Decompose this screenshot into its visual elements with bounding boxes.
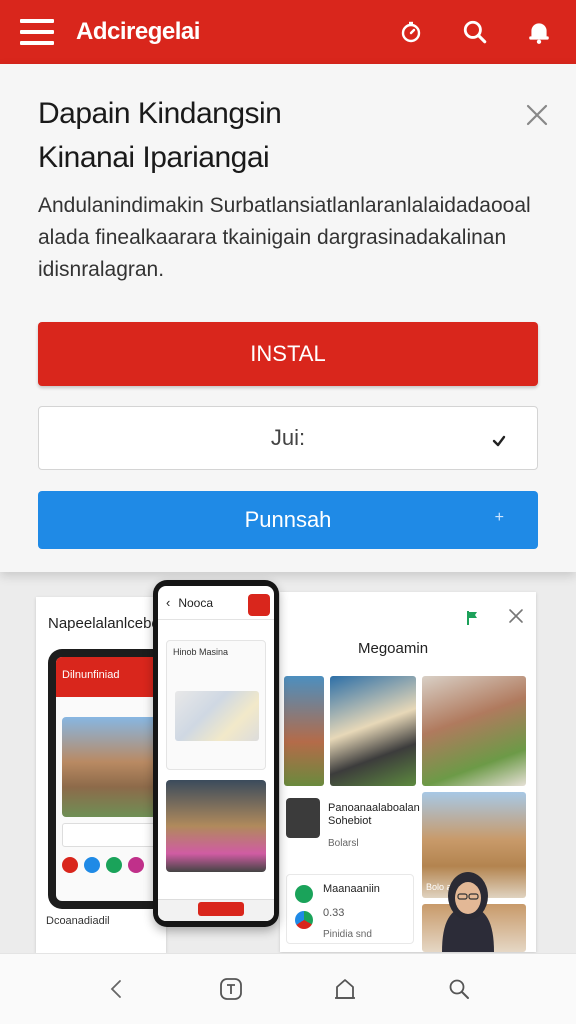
- plus-icon: +: [494, 509, 504, 526]
- install-button-label: INSTAL: [250, 341, 326, 366]
- status-icon: [295, 885, 313, 903]
- info-card: [62, 823, 166, 847]
- list-item[interactable]: Panoanaalaboalan Sohebiot Bolarsl: [286, 798, 420, 852]
- app-bar: Adciregеlai: [0, 0, 576, 64]
- image-tile[interactable]: [284, 676, 324, 786]
- list-item-subtitle: Pinidia snd: [323, 929, 372, 940]
- flag-icon[interactable]: [466, 610, 480, 631]
- sheet-description: Andulanindimakin Surbatlansiatlanlaranla…: [38, 194, 531, 281]
- center-phone-title: Nooca: [178, 595, 214, 610]
- check-icon: [491, 429, 507, 455]
- action-icon[interactable]: [248, 594, 270, 616]
- phone-screen-left: Dilnunfiniad: [56, 657, 166, 901]
- content-card-title: Hinob Masina: [173, 647, 229, 657]
- app-dot: [84, 857, 100, 873]
- content-card[interactable]: Hinob Masina: [166, 640, 266, 770]
- app-dot: [128, 857, 144, 873]
- phone-mockup-left: Dilnunfiniad: [48, 649, 166, 909]
- sheet-title-line1: Dapain Kindangsin: [38, 97, 282, 130]
- list-item[interactable]: Maanaaniin 0.33 Pinidia snd: [286, 874, 414, 944]
- list-item-subtitle: Bolarsl: [328, 838, 359, 849]
- tab-icon[interactable]: [211, 969, 251, 1009]
- thumbnail: [286, 798, 320, 838]
- building-image: [62, 717, 166, 817]
- right-panel-title: Megoamin: [358, 640, 429, 657]
- center-phone-navbar: [158, 899, 274, 921]
- bottom-navigation: [0, 953, 576, 1024]
- install-button[interactable]: INSTAL: [38, 322, 538, 386]
- list-item-value: 0.33: [323, 907, 345, 919]
- list-item-title: Panoanaalaboalan Sohebiot: [328, 802, 420, 827]
- install-sheet: Dapain Kindangsin Kinanai Ipariangai And…: [0, 64, 576, 572]
- timer-icon[interactable]: [396, 17, 426, 47]
- app-dot: [106, 857, 122, 873]
- search-icon[interactable]: [460, 17, 490, 47]
- books-image: [175, 691, 259, 741]
- app-dots: [62, 857, 144, 873]
- left-phone-header: Dilnunfiniad: [56, 657, 166, 697]
- option-select-value: Jui:: [270, 425, 306, 450]
- app-dot: [62, 857, 78, 873]
- sheet-title: Dapain Kindangsin Kinanai Ipariangai: [38, 92, 498, 180]
- appbar-actions: [396, 17, 554, 47]
- phone-mockup-center[interactable]: ‹ Nooca Hinob Masina: [153, 580, 279, 927]
- image-tile[interactable]: [330, 676, 416, 786]
- search-icon[interactable]: [439, 969, 479, 1009]
- home-icon[interactable]: [325, 969, 365, 1009]
- nav-highlight: [198, 902, 244, 916]
- back-icon[interactable]: [97, 969, 137, 1009]
- app-brand-title: Adciregеlai: [76, 18, 200, 45]
- blue-action-label: Punnsah: [244, 507, 332, 532]
- left-panel-title: Napeelalanlcebe: [48, 615, 160, 632]
- option-select[interactable]: Jui:: [38, 406, 538, 470]
- left-panel-caption: Dcoanadiadil: [46, 915, 110, 927]
- blue-action-button[interactable]: Punnsah +: [38, 491, 538, 549]
- close-icon[interactable]: [524, 102, 550, 128]
- app-icon: [295, 911, 313, 929]
- back-icon[interactable]: ‹: [166, 595, 170, 610]
- photo-card[interactable]: [166, 780, 266, 872]
- list-item-title: Maanaaniin: [323, 883, 380, 895]
- notification-icon[interactable]: [524, 17, 554, 47]
- sheet-title-line2: Kinanai Ipariangai: [38, 141, 270, 174]
- image-tile[interactable]: [422, 676, 526, 786]
- person-image: [442, 872, 494, 952]
- close-icon[interactable]: [508, 608, 524, 624]
- phone-screen-center: ‹ Nooca Hinob Masina: [158, 586, 274, 921]
- preview-panel-left[interactable]: Napeelalanlcebe Dilnunfiniad Dcoanadiadi…: [36, 597, 166, 953]
- menu-icon[interactable]: [20, 19, 54, 45]
